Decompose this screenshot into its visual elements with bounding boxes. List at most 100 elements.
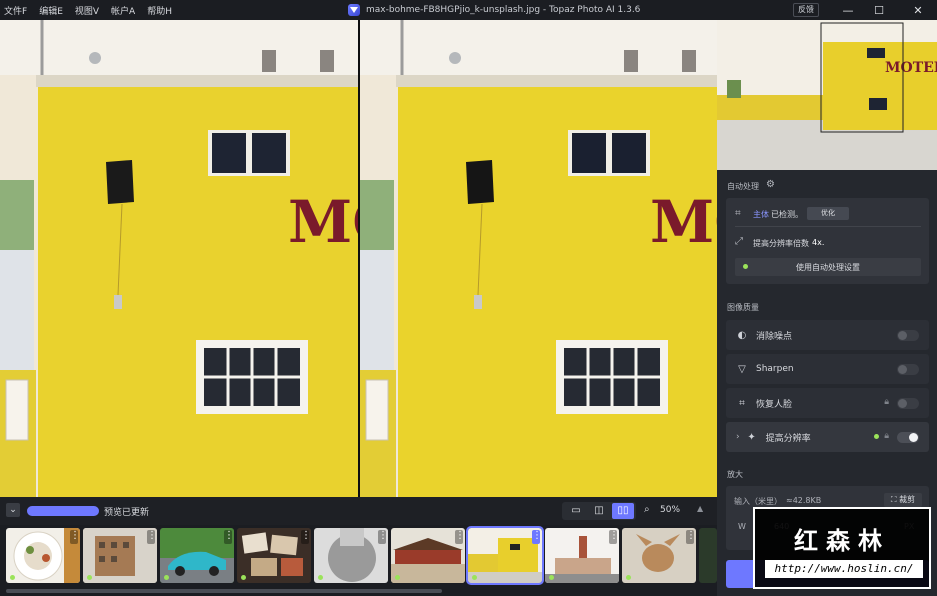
input-label: 输入（米里） [734,497,782,506]
thumbnail-menu-icon[interactable]: ⋮ [147,530,157,544]
thumbnail-partial[interactable] [699,528,717,583]
minimize-icon[interactable]: — [833,0,863,20]
processed-preview[interactable]: MO [360,20,717,497]
original-preview[interactable]: MO [0,20,358,497]
use-autopilot-label: 使用自动处理设置 [796,263,860,272]
motel-sign-text: MO [288,188,358,256]
thumbnail-menu-icon[interactable]: ⋮ [301,530,311,544]
autopilot-card: ⌗ 主体 已检测。 优化 ⤢ 提高分辨率倍数 4x. 使用自动处理设置 [726,198,929,284]
denoise-label: 消除噪点 [756,331,793,342]
menu-edit[interactable]: 编辑E [39,4,63,17]
status-dot [626,575,631,580]
navigator-preview[interactable]: MOTEL [717,20,937,170]
face-recovery-label: 恢复人脸 [756,399,793,410]
navigator-image: MOTEL [717,20,937,170]
preview-progress-bar [27,506,99,516]
thumbnail-car[interactable]: ⋮ [160,528,234,583]
face-icon: ⌗ [739,397,745,409]
chevron-right-icon[interactable]: › [736,432,740,442]
thumbnail-menu-icon[interactable]: ⋮ [224,530,234,544]
status-dot [10,575,15,580]
autopilot-label: 自动处理 [727,182,759,191]
sharpen-toggle[interactable] [897,364,919,375]
menu-view[interactable]: 视图V [75,4,99,17]
status-dot [318,575,323,580]
status-dot [874,434,879,439]
side-by-side-view-icon[interactable]: ▯▯ [612,503,634,519]
title-bar: 文件F 编辑E 视图V 帐户A 帮助H max-bohme-FB8HGPjio_… [0,0,937,20]
face-recovery-toggle[interactable] [897,398,919,409]
motel-sign-text: MO [650,188,717,256]
thumbnail-motel[interactable]: ⋮ [466,526,544,585]
thumbnail-food[interactable]: ⋮ [6,528,80,583]
subject-icon: ⌗ [735,208,741,219]
zoom-up-icon[interactable]: ▲ [697,504,703,513]
thumbnail-menu-icon[interactable]: ⋮ [70,530,80,544]
thumbnail-building[interactable]: ⋮ [83,528,157,583]
preview-status: 预览已更新 [104,508,150,518]
app-logo-icon [348,4,360,16]
collapse-filmstrip-button[interactable]: ⌄ [6,503,20,517]
zoom-icon[interactable]: ⌕ [644,504,650,515]
face-recovery-row[interactable]: ⌗ 恢复人脸 🔒︎ [726,388,929,418]
upscale-value: 4x. [812,238,825,247]
noise-icon: ◐ [737,329,747,341]
lock-icon: 🔒︎ [884,431,889,441]
thumbnail-tower[interactable]: ⋮ [545,528,619,583]
upscale-row[interactable]: › ✦ 提高分辨率 🔒︎ [726,422,929,452]
thumbnail-menu-icon[interactable]: ⋮ [609,530,619,544]
status-dot [241,575,246,580]
upscale-toggle[interactable] [897,432,919,443]
sharpen-row[interactable]: ▽ Sharpen [726,354,929,384]
thumbnail-palace[interactable]: ⋮ [391,528,465,583]
upscale-label: 提高分辨率 [765,433,811,444]
thumbnail-photos[interactable]: ⋮ [237,528,311,583]
status-dot [549,575,554,580]
bottom-toolbar: ⌄ 预览已更新 ▭ ◫ ▯▯ ⌕ 50% ▲ [0,497,717,525]
upscale-text: 提高分辨率倍数 [753,239,809,248]
sharpen-label: Sharpen [756,364,794,374]
navigator-sign-text: MOTEL [885,60,937,76]
divider [735,226,921,227]
filmstrip-scrollbar[interactable] [6,589,442,593]
watermark: 红森林 http://www.hoslin.cn/ [753,507,931,589]
autopilot-settings-icon[interactable]: ⚙ [766,179,775,190]
thumbnail-menu-icon[interactable]: ⋮ [686,530,696,544]
crop-button[interactable]: ⛶ 裁剪 [884,493,922,507]
image-quality-label: 图像质量 [727,303,759,312]
status-dot [395,575,400,580]
menu-bar: 文件F 编辑E 视图V 帐户A 帮助H [0,4,172,17]
image-viewport[interactable]: MO MO [0,20,717,497]
feedback-button[interactable]: 反馈 [793,3,819,17]
watermark-title: 红森林 [794,527,890,555]
window-title: max-bohme-FB8HGPjio_k-unsplash.jpg - Top… [348,0,640,20]
use-autopilot-settings-button[interactable]: 使用自动处理设置 [735,258,921,276]
original-image: MO [0,20,358,497]
close-icon[interactable]: ✕ [903,0,933,20]
thumbnail-person[interactable]: ⋮ [314,528,388,583]
thumbnail-menu-icon[interactable]: ⋮ [532,530,542,544]
denoise-toggle[interactable] [897,330,919,341]
lock-icon: 🔒︎ [884,397,889,407]
subject-status: 已检测。 [771,210,803,219]
thumbnail-deer[interactable]: ⋮ [622,528,696,583]
width-label: W [738,522,746,531]
menu-help[interactable]: 帮助H [147,4,172,17]
filmstrip: ⋮ ⋮ ⋮ ⋮ ⋮ ⋮ ⋮ ⋮ ⋮ [0,525,717,596]
sharpen-icon: ▽ [738,363,746,375]
status-dot [87,575,92,580]
maximize-icon[interactable]: ☐ [864,0,894,20]
thumbnail-menu-icon[interactable]: ⋮ [378,530,388,544]
menu-account[interactable]: 帐户A [111,4,135,17]
thumbnail-menu-icon[interactable]: ⋮ [455,530,465,544]
denoise-row[interactable]: ◐ 消除噪点 [726,320,929,350]
menu-file[interactable]: 文件F [4,4,27,17]
enlarge-label: 放大 [727,470,743,479]
view-mode-group: ▭ ◫ ▯▯ [562,502,636,520]
optimize-button[interactable]: 优化 [807,207,849,220]
processed-image: MO [360,20,717,497]
split-view-icon[interactable]: ◫ [589,505,609,517]
zoom-level[interactable]: 50% [660,505,680,515]
crop-icon: ⛶ [890,495,897,504]
single-view-icon[interactable]: ▭ [566,505,586,517]
